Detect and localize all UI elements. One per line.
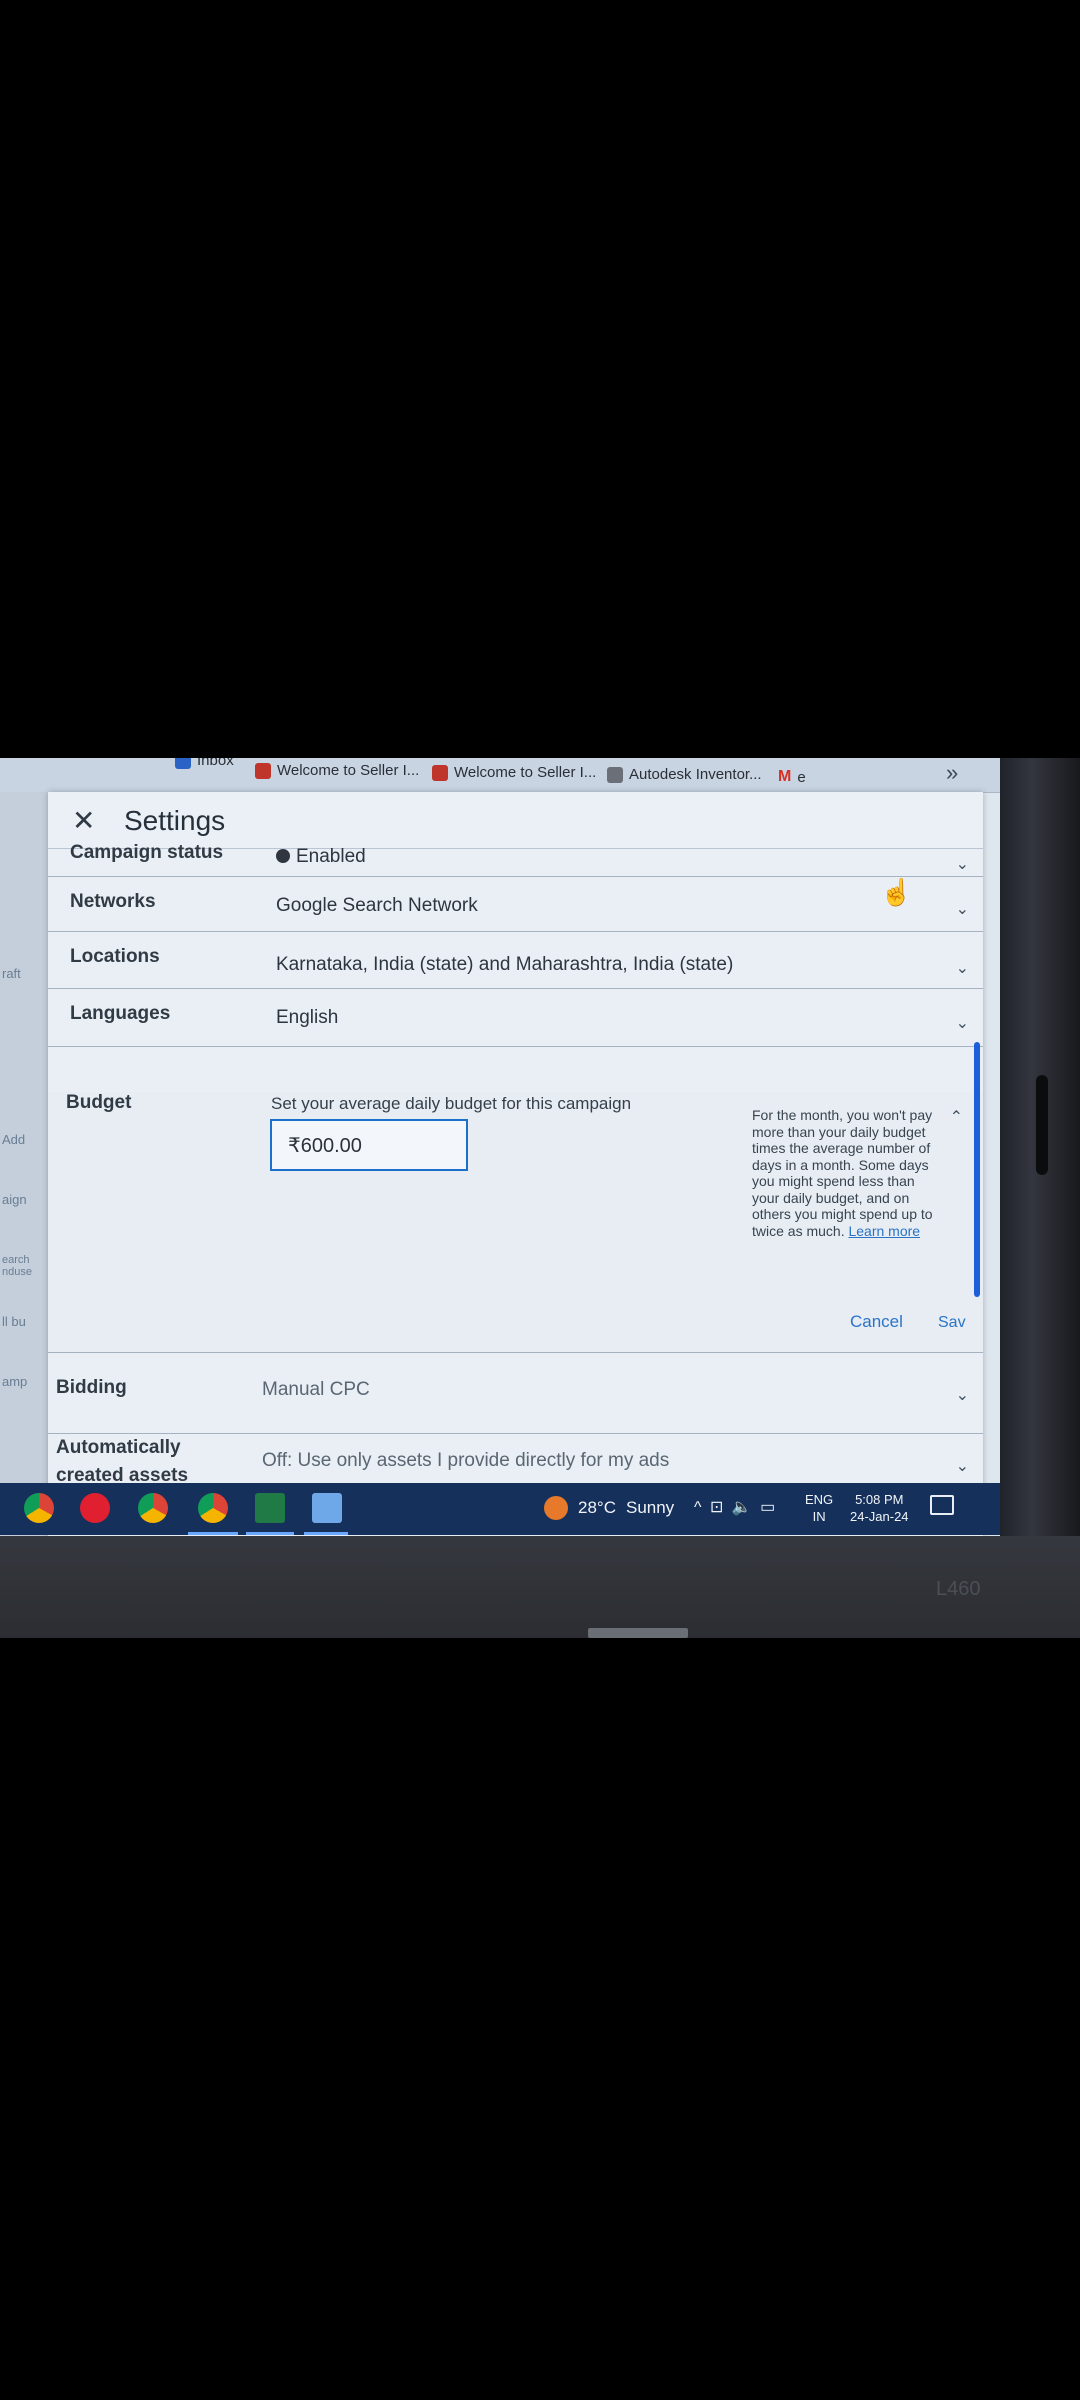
row-value: English — [276, 1007, 339, 1028]
active-app-indicator — [188, 1532, 238, 1535]
laptop-hinge — [588, 1628, 688, 1638]
language-indicator[interactable]: ENG IN — [805, 1491, 833, 1525]
sidebar-text: aign — [2, 1192, 27, 1207]
label-line: Automatically — [56, 1437, 181, 1458]
chevron-down-icon[interactable]: ⌄ — [956, 899, 969, 919]
bookmark-autodesk[interactable]: Autodesk Inventor... — [607, 766, 762, 783]
bookmark-label: Welcome to Seller I... — [277, 762, 420, 779]
row-campaign-status[interactable]: Campaign status Enabled ⌄ — [48, 842, 983, 877]
budget-input[interactable] — [270, 1119, 468, 1171]
notification-icon[interactable] — [930, 1495, 954, 1515]
mouse-cursor-icon: ☝ — [880, 877, 913, 907]
laptop-bezel-bottom — [0, 1536, 1080, 1638]
taskbar-clock[interactable]: 5:08 PM 24-Jan-24 — [850, 1491, 909, 1525]
bookmarks-more-icon[interactable]: » — [946, 760, 958, 786]
settings-dialog: ✕ Settings Campaign status Enabled ⌄ Net… — [48, 792, 983, 1537]
clock-date: 24-Jan-24 — [850, 1509, 909, 1524]
background-page-sidebar: raft Add aign earch nduse ll bu amp — [0, 792, 49, 1537]
active-app-indicator — [304, 1532, 348, 1535]
bookmark-label: e — [797, 768, 806, 786]
system-tray-icons[interactable]: ^ ⊡ 🔈 ▭ — [694, 1497, 777, 1517]
autodesk-icon — [607, 766, 623, 783]
budget-panel: Budget Set your average daily budget for… — [48, 1092, 983, 1353]
seller-logo-icon — [255, 762, 271, 779]
active-app-indicator — [246, 1532, 294, 1535]
cancel-button[interactable]: Cancel — [850, 1312, 903, 1332]
laptop-bezel-right — [1000, 758, 1080, 1638]
row-value: Manual CPC — [262, 1379, 370, 1400]
status-dot-icon — [276, 849, 290, 863]
scrollbar[interactable] — [974, 1042, 980, 1297]
budget-label: Budget — [66, 1092, 132, 1113]
laptop-bezel-detail — [1036, 1075, 1048, 1175]
seller-logo-icon — [432, 764, 448, 781]
status-text: Enabled — [296, 846, 366, 867]
laptop-screen: Inbox Welcome to Seller I... Welcome to … — [0, 758, 1000, 1638]
bookmark-label: Inbox — [197, 758, 234, 769]
budget-description: Set your average daily budget for this c… — [271, 1094, 632, 1113]
excel-icon[interactable] — [255, 1493, 285, 1523]
row-label: Networks — [70, 891, 156, 912]
chevron-down-icon[interactable]: ⌄ — [956, 1385, 969, 1405]
bookmark-label: Welcome to Seller I... — [454, 764, 597, 781]
row-locations[interactable]: Locations Karnataka, India (state) and M… — [48, 932, 983, 989]
save-button[interactable]: Sav — [938, 1314, 966, 1332]
row-languages[interactable]: Languages English ⌄ — [48, 989, 983, 1047]
row-label: Bidding — [56, 1377, 127, 1398]
weather-widget[interactable]: 28°C Sunny — [544, 1496, 674, 1520]
sidebar-text: earch nduse — [2, 1254, 32, 1278]
help-text: For the month, you won't pay more than y… — [752, 1107, 933, 1239]
row-value: Enabled — [276, 846, 366, 868]
bookmark-seller-2[interactable]: Welcome to Seller I... — [432, 764, 596, 781]
row-value: Karnataka, India (state) and Maharashtra… — [276, 954, 734, 975]
opera-icon[interactable] — [80, 1493, 110, 1523]
weather-temp: 28°C — [578, 1498, 616, 1517]
bookmark-gmail[interactable]: M e — [778, 768, 806, 786]
chrome-icon[interactable] — [24, 1493, 54, 1523]
chrome-profile-icon[interactable] — [138, 1493, 168, 1523]
budget-help-text: For the month, you won't pay more than y… — [752, 1107, 942, 1239]
chevron-down-icon[interactable]: ⌄ — [956, 958, 969, 978]
windows-taskbar: 28°C Sunny ^ ⊡ 🔈 ▭ ENG IN 5:08 PM 24-Jan… — [0, 1483, 1000, 1535]
laptop-model-label: L460 — [936, 1578, 981, 1600]
bookmark-inbox[interactable]: Inbox — [175, 758, 234, 769]
bookmark-seller-1[interactable]: Welcome to Seller I... — [255, 762, 419, 779]
sidebar-text: Add — [2, 1132, 26, 1147]
sun-icon — [544, 1496, 568, 1520]
bookmarks-bar: Inbox Welcome to Seller I... Welcome to … — [0, 758, 1000, 793]
windows-live-mail-icon — [175, 758, 191, 769]
dialog-header: ✕ Settings — [48, 792, 983, 849]
row-value: Off: Use only assets I provide directly … — [262, 1450, 670, 1471]
weather-condition: Sunny — [625, 1498, 675, 1517]
row-networks[interactable]: Networks Google Search Network ☝ ⌄ — [48, 877, 983, 932]
bookmark-label: Autodesk Inventor... — [629, 766, 762, 783]
sidebar-text: ll bu — [2, 1314, 26, 1329]
chevron-down-icon[interactable]: ⌄ — [956, 1013, 969, 1033]
chrome-active-icon[interactable] — [198, 1493, 228, 1523]
sidebar-text: amp — [2, 1374, 28, 1389]
dialog-title: Settings — [124, 805, 226, 836]
chevron-up-icon[interactable]: ⌃ — [950, 1107, 963, 1127]
lang-region: IN — [812, 1509, 826, 1524]
clock-time: 5:08 PM — [855, 1492, 904, 1507]
sidebar-text: raft — [2, 966, 21, 981]
row-label: Automatically created assets — [56, 1434, 188, 1490]
row-label: Languages — [70, 1003, 171, 1024]
close-icon[interactable]: ✕ — [72, 804, 95, 837]
learn-more-link[interactable]: Learn more — [848, 1223, 920, 1239]
chevron-down-icon[interactable]: ⌄ — [956, 1456, 969, 1476]
row-bidding[interactable]: Bidding Manual CPC ⌄ — [48, 1353, 983, 1434]
row-label: Locations — [70, 946, 160, 967]
notepad-icon[interactable] — [312, 1493, 342, 1523]
gmail-icon: M — [778, 768, 792, 785]
lang-code: ENG — [805, 1492, 834, 1507]
row-value: Google Search Network — [276, 895, 478, 916]
chevron-down-icon[interactable]: ⌄ — [956, 854, 969, 874]
row-label: Campaign status — [70, 842, 224, 863]
